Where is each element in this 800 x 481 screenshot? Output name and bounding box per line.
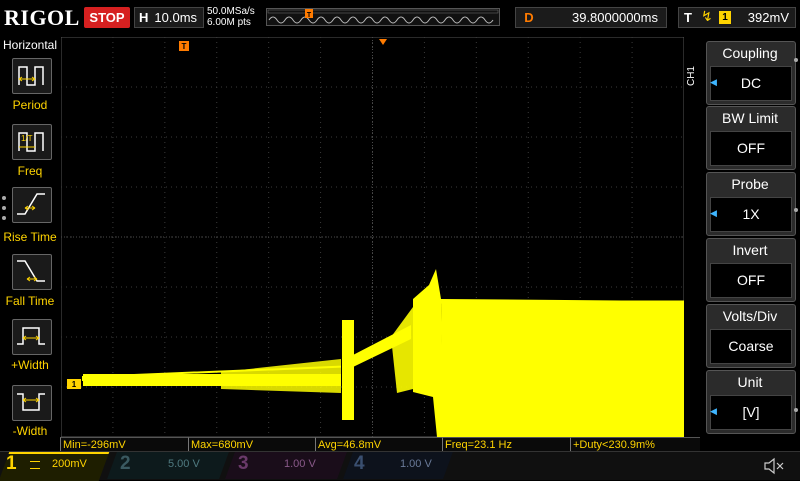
fall-time-button[interactable] [12, 254, 52, 290]
channel-3-scale[interactable]: 1.00 V [284, 458, 316, 470]
channel-1-number[interactable]: 1 [6, 453, 17, 475]
trigger-source-badge: 1 [719, 11, 731, 24]
probe-value: 1X [710, 197, 792, 232]
measure-avg[interactable]: Avg=46.8mV [315, 437, 442, 451]
coupling-menu-item[interactable]: Coupling DC ◀ [706, 41, 796, 105]
invert-menu-item[interactable]: Invert OFF [706, 238, 796, 302]
freq-button[interactable]: 1/T [12, 124, 52, 160]
measure-freq[interactable]: Freq=23.1 Hz [442, 437, 570, 451]
channel-menu-label: CH1 [686, 66, 697, 87]
unit-value: [V] [710, 395, 792, 430]
channel-4-number[interactable]: 4 [354, 453, 365, 475]
coupling-value: DC [710, 66, 792, 101]
channel-4-scale[interactable]: 1.00 V [400, 458, 432, 470]
unit-title: Unit [737, 374, 763, 390]
channel-1-coupling-icon [30, 461, 40, 469]
memory-depth: 6.00M pts [207, 17, 251, 28]
waveform-display[interactable]: 1T [60, 36, 698, 438]
timebase-label: H [139, 10, 149, 25]
delay-label: D [524, 10, 534, 25]
negative-width-icon [17, 393, 45, 411]
run-stop-status[interactable]: STOP [84, 7, 130, 28]
channel-2-number[interactable]: 2 [120, 453, 131, 475]
probe-menu-item[interactable]: Probe 1X ◀ [706, 172, 796, 236]
positive-width-button[interactable] [12, 319, 52, 355]
rise-time-label: Rise Time [3, 230, 57, 244]
volts-div-value: Coarse [710, 329, 792, 364]
memory-waveform-icon: T [267, 9, 499, 24]
trigger-info-display[interactable]: T ↯ 1 392mV [678, 7, 796, 28]
probe-arrow-icon: ◀ [710, 208, 717, 218]
invert-title: Invert [732, 242, 768, 258]
volts-div-menu-item[interactable]: Volts/Div Coarse [706, 304, 796, 368]
right-scroll-dot [794, 408, 798, 412]
negative-width-label: -Width [12, 424, 48, 438]
period-label: Period [12, 98, 48, 112]
waveform-grid: 1T [60, 36, 698, 438]
unit-arrow-icon: ◀ [710, 406, 717, 416]
volts-div-title: Volts/Div [722, 308, 778, 324]
right-scroll-dot [794, 208, 798, 212]
rise-time-button[interactable] [12, 187, 52, 223]
channel-2-scale[interactable]: 5.00 V [168, 458, 200, 470]
channel-1-scale[interactable]: 200mV [52, 458, 87, 470]
rise-time-icon [17, 193, 45, 215]
fall-time-label: Fall Time [5, 294, 55, 308]
trigger-label: T [684, 10, 692, 25]
horizontal-delay-display[interactable]: D 39.8000000ms [515, 7, 667, 28]
fall-time-icon [17, 260, 45, 282]
coupling-title: Coupling [722, 45, 778, 61]
measure-max[interactable]: Max=680mV [188, 437, 315, 451]
trigger-position-label: T [182, 42, 187, 51]
trigger-level: 392mV [747, 10, 789, 25]
ch1-ground-label: 1 [72, 380, 77, 389]
freq-label: Freq [17, 164, 43, 178]
rigol-logo: RIGOL [4, 5, 80, 30]
timebase-value: 10.0ms [154, 10, 198, 25]
bw-limit-value: OFF [710, 131, 792, 166]
memory-trigger-letter: T [307, 12, 312, 19]
bw-limit-title: BW Limit [722, 110, 778, 126]
negative-width-button[interactable] [12, 385, 52, 421]
bw-limit-menu-item[interactable]: BW Limit OFF [706, 106, 796, 170]
measure-min[interactable]: Min=-296mV [60, 437, 188, 451]
rising-edge-icon: ↯ [701, 8, 713, 24]
timebase-display[interactable]: H 10.0ms [134, 7, 204, 28]
channel-3-number[interactable]: 3 [238, 453, 249, 475]
period-icon [18, 66, 44, 86]
invert-value: OFF [710, 263, 792, 298]
freq-icon: 1/T [18, 132, 44, 152]
svg-text:1/T: 1/T [21, 134, 33, 143]
probe-title: Probe [731, 176, 769, 192]
delay-value: 39.8000000ms [571, 10, 658, 25]
measure-category-title: Horizontal [2, 38, 58, 52]
speaker-mute-icon[interactable] [762, 456, 788, 476]
left-scroll-dot [2, 196, 6, 200]
sample-rate: 50.0MSa/s [207, 6, 255, 17]
unit-menu-item[interactable]: Unit [V] ◀ [706, 370, 796, 434]
trace-spike [342, 320, 354, 420]
left-scroll-dot [2, 206, 6, 210]
coupling-arrow-icon: ◀ [710, 77, 717, 87]
trace-main-block [441, 299, 684, 437]
positive-width-label: +Width [11, 358, 49, 372]
memory-overview-bar[interactable]: T [266, 8, 500, 26]
left-scroll-dot [2, 216, 6, 220]
positive-width-icon [17, 327, 45, 345]
right-scroll-dot [794, 58, 798, 62]
period-button[interactable] [12, 58, 52, 94]
measure-duty[interactable]: +Duty<230.9m% [570, 437, 700, 451]
acquisition-info: 50.0MSa/s 6.00M pts [207, 6, 269, 28]
